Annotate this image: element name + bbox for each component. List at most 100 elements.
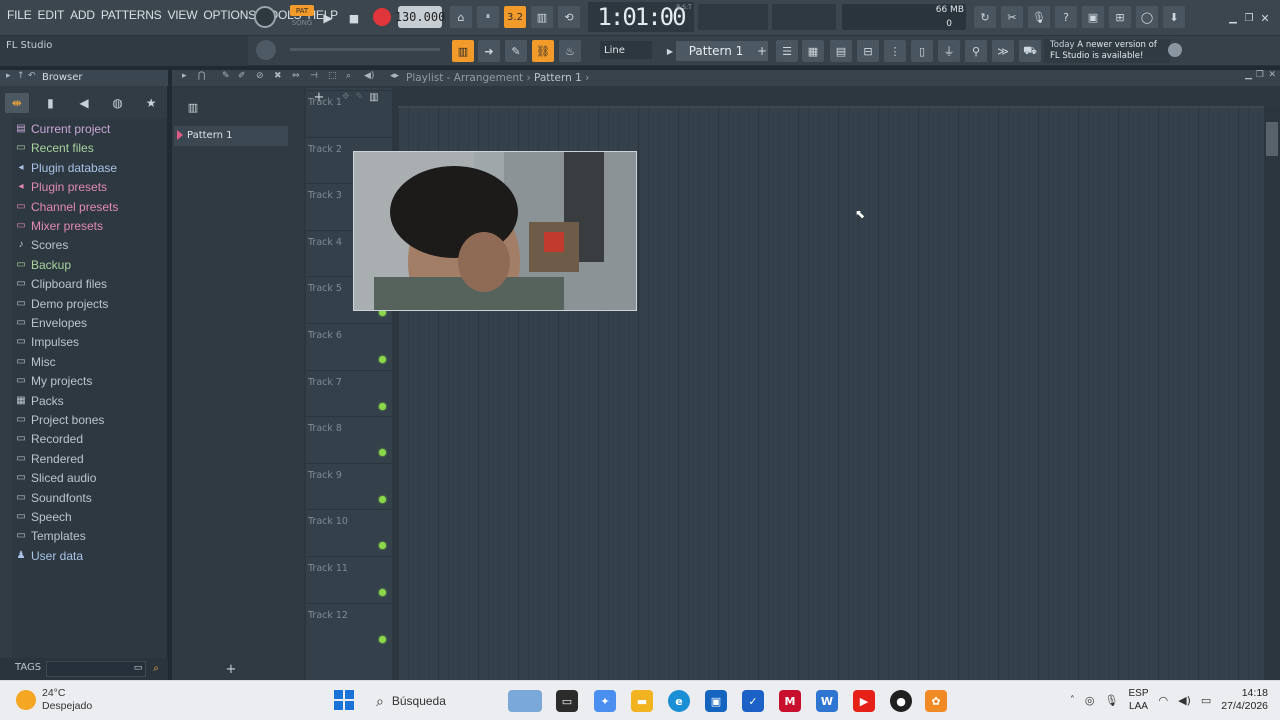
track-active-led[interactable] bbox=[379, 589, 386, 596]
add-pattern-icon[interactable]: + bbox=[756, 41, 768, 61]
tray-overflow-icon[interactable]: ˄ bbox=[1070, 695, 1075, 706]
browser-item[interactable]: ▭ Demo projects bbox=[16, 295, 108, 313]
paint-tool-icon[interactable]: ✐ bbox=[238, 71, 246, 81]
magnet-icon[interactable]: ⋂ bbox=[198, 71, 205, 81]
zoom-tool-icon[interactable]: ⌕ bbox=[346, 71, 351, 81]
scissors-icon[interactable]: ✂ bbox=[1001, 6, 1023, 28]
record-icon[interactable] bbox=[373, 8, 391, 26]
search-highlight-icon[interactable] bbox=[508, 690, 542, 712]
browser-item[interactable]: ▭ Recent files bbox=[16, 139, 93, 157]
microphone-tray-icon[interactable]: 🎙 bbox=[1105, 694, 1119, 707]
draw-tool-icon[interactable]: ✎ bbox=[222, 71, 230, 81]
task-view-icon[interactable]: ▭ bbox=[556, 690, 578, 712]
wifi-icon[interactable]: ◠ bbox=[1159, 694, 1169, 707]
help-icon[interactable]: ? bbox=[1055, 6, 1077, 28]
browser-item[interactable]: ▭ Channel presets bbox=[16, 198, 118, 216]
browser-item[interactable]: ▭ Mixer presets bbox=[16, 217, 103, 235]
edit-icon[interactable]: ✎ bbox=[356, 92, 364, 102]
browser-item[interactable]: ▭ Soundfonts bbox=[16, 489, 91, 507]
browser-item[interactable]: ▭ Speech bbox=[16, 508, 71, 526]
pencil-icon[interactable]: ✎ bbox=[505, 40, 527, 62]
track-active-led[interactable] bbox=[379, 495, 386, 503]
track-active-led[interactable] bbox=[379, 402, 386, 410]
pattern-prev-icon[interactable]: ▶ bbox=[664, 42, 676, 60]
menu-patterns[interactable]: PATTERNS bbox=[98, 8, 165, 22]
store-icon[interactable]: ▣ bbox=[705, 690, 727, 712]
track-header[interactable]: Track 10 bbox=[306, 509, 392, 555]
stop-icon[interactable]: ■ bbox=[344, 8, 364, 28]
browser-item[interactable]: ♪ Scores bbox=[16, 236, 69, 254]
link-icon[interactable]: ⛓ bbox=[532, 40, 554, 62]
mixer-window-icon[interactable]: ⊟ bbox=[857, 40, 879, 62]
wait-record-icon[interactable]: ⏸ bbox=[477, 6, 499, 28]
battery-icon[interactable]: ▭ bbox=[1201, 694, 1211, 707]
obs-icon[interactable]: ● bbox=[890, 690, 912, 712]
globe-icon[interactable] bbox=[1168, 43, 1182, 57]
song-mode-button[interactable]: SONG bbox=[290, 18, 314, 28]
mute-tool-icon[interactable]: ✖ bbox=[274, 71, 282, 81]
browser-item[interactable]: ◂ Plugin database bbox=[16, 159, 117, 177]
tray-app-icon[interactable]: ◎ bbox=[1085, 694, 1095, 707]
minimize-icon[interactable]: ▁ bbox=[1226, 12, 1240, 24]
youtube-icon[interactable]: ▶ bbox=[853, 690, 875, 712]
fl-studio-taskbar-icon[interactable]: ✿ bbox=[925, 690, 947, 712]
download-icon[interactable]: ⬇ bbox=[1163, 6, 1185, 28]
tuning-fork-icon[interactable]: ⚲ bbox=[965, 40, 987, 62]
tempo-display[interactable]: 130.000 bbox=[395, 6, 445, 28]
master-slider[interactable] bbox=[290, 48, 440, 51]
step-sequencer-icon[interactable]: ▦ bbox=[802, 40, 824, 62]
browser-item[interactable]: ▭ Recorded bbox=[16, 430, 83, 448]
add-track-icon[interactable]: + bbox=[224, 662, 238, 677]
browser-item[interactable]: ◂ Plugin presets bbox=[16, 178, 107, 196]
plugin-icon[interactable]: ⏚ bbox=[938, 40, 960, 62]
close-icon[interactable]: ✕ bbox=[1258, 12, 1272, 25]
slice-tool-icon[interactable]: ⊣ bbox=[310, 71, 318, 81]
word-icon[interactable]: W bbox=[816, 690, 838, 712]
vertical-scrollbar[interactable] bbox=[1264, 106, 1280, 680]
file-tab-icon[interactable]: ▮ bbox=[38, 93, 62, 113]
step-edit-button[interactable]: 3.2 bbox=[504, 6, 526, 28]
blend-notes-icon[interactable]: ▥ bbox=[531, 6, 553, 28]
pattern-selector[interactable]: Pattern 1 bbox=[676, 41, 756, 61]
browser-item[interactable]: ▭ Misc bbox=[16, 353, 55, 371]
stamp-icon[interactable]: ♨ bbox=[559, 40, 581, 62]
plugin-tab-icon[interactable]: ◍ bbox=[106, 93, 130, 113]
browser-item[interactable]: ▭ Sliced audio bbox=[16, 469, 96, 487]
delete-tool-icon[interactable]: ⊘ bbox=[256, 71, 264, 81]
track-active-led[interactable] bbox=[379, 356, 386, 363]
menu-file[interactable]: FILE bbox=[4, 8, 35, 22]
master-volume-knob[interactable] bbox=[254, 6, 276, 28]
all-files-tab-icon[interactable]: ⇼ bbox=[4, 93, 29, 113]
piano-keys-icon[interactable]: ▥ bbox=[369, 92, 378, 103]
ms-todo-icon[interactable]: ✓ bbox=[742, 690, 764, 712]
track-header[interactable]: Track 8 bbox=[306, 416, 392, 462]
arrow-right-icon[interactable]: ➜ bbox=[478, 40, 500, 62]
menu-edit[interactable]: EDIT bbox=[35, 8, 68, 22]
pat-mode-button[interactable]: PAT bbox=[290, 5, 314, 16]
clock[interactable]: 14:18 27/4/2026 bbox=[1221, 687, 1268, 713]
browser-item[interactable]: ▭ Backup bbox=[16, 256, 71, 274]
scrollbar-thumb[interactable] bbox=[1266, 122, 1278, 156]
browser-up-icon[interactable]: ↑ bbox=[17, 71, 25, 81]
play-icon[interactable]: ▶ bbox=[318, 8, 338, 28]
playlist-arrows-icon[interactable]: ◂▸ bbox=[390, 71, 399, 81]
speaker-tab-icon[interactable]: ◀ bbox=[72, 93, 96, 113]
loop-record-icon[interactable]: ⟲ bbox=[558, 6, 580, 28]
maximize-icon[interactable]: ❐ bbox=[1242, 12, 1256, 24]
shop-icon[interactable]: ⛟ bbox=[1019, 40, 1041, 62]
menu-options[interactable]: OPTIONS bbox=[200, 8, 259, 22]
browser-arrow-icon[interactable]: ▸ bbox=[6, 71, 11, 81]
save-icon[interactable]: ▣ bbox=[1082, 6, 1104, 28]
browser-item[interactable]: ▭ Project bones bbox=[16, 411, 104, 429]
taskbar-search[interactable]: ⌕ Búsqueda bbox=[368, 688, 498, 714]
piano-roll-icon[interactable]: ▥ bbox=[452, 40, 474, 62]
track-active-led[interactable] bbox=[379, 635, 386, 643]
language-indicator[interactable]: ESP LAA bbox=[1128, 687, 1148, 713]
copilot-icon[interactable]: ✦ bbox=[594, 690, 616, 712]
browser-item[interactable]: ▭ Rendered bbox=[16, 450, 83, 468]
track-active-led[interactable] bbox=[379, 449, 386, 457]
track-header[interactable]: Track 9 bbox=[306, 462, 392, 509]
playlist-minimize-icon[interactable]: ▁ bbox=[1245, 70, 1252, 80]
browser-item[interactable]: ▭ Clipboard files bbox=[16, 275, 107, 293]
browser-item[interactable]: ♟ User data bbox=[16, 547, 84, 565]
